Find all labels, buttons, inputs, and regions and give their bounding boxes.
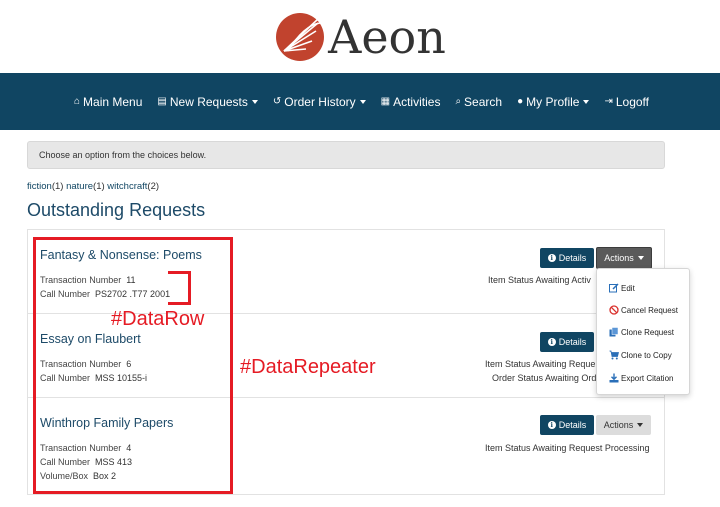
history-icon: ↺ <box>272 96 282 107</box>
request-item-status: Item Status Awaiting Reque <box>485 359 596 369</box>
tag-link[interactable]: fiction <box>27 181 52 192</box>
aeon-logo[interactable]: Aeon <box>274 11 446 63</box>
nav-item-order-history[interactable]: ↺ Order History <box>273 95 366 109</box>
request-item-status: Item Status Awaiting Activ <box>488 275 591 285</box>
search-icon: ⌕ <box>455 96 462 107</box>
info-icon: i <box>547 338 556 346</box>
cancel-icon <box>609 305 619 315</box>
page: Aeon ⌂ Main Menu ▤ New Requests ↺ Order Histo… <box>0 0 720 507</box>
data-row-annotation-bracket <box>168 271 191 305</box>
main-nav: ⌂ Main Menu ▤ New Requests ↺ Order History ▦ Ac… <box>0 73 720 130</box>
nav-item-label: Search <box>464 94 503 109</box>
nav-item-label: My Profile <box>526 94 580 109</box>
alert-text: Choose an option from the choices below. <box>39 150 207 160</box>
nav-item-label: Order History <box>284 94 356 109</box>
nav-item-label: Main Menu <box>83 94 143 109</box>
data-repeater-annotation-box <box>33 237 233 494</box>
nav-item-main-menu[interactable]: ⌂ Main Menu <box>74 95 142 109</box>
tag-count: (1) <box>51 181 64 192</box>
chevron-down-icon <box>637 256 644 260</box>
header: Aeon <box>0 0 720 73</box>
info-alert: Choose an option from the choices below. <box>27 141 665 169</box>
cart-icon <box>609 350 619 360</box>
tag-link[interactable]: nature <box>66 181 93 192</box>
details-button[interactable]: i Details <box>540 332 594 352</box>
logo-text: Aeon <box>328 9 446 64</box>
nav-item-logoff[interactable]: ⇥ Logoff <box>604 95 649 109</box>
nav-item-label: Logoff <box>615 94 650 109</box>
aeon-logo-icon <box>276 12 325 61</box>
request-order-status: Order Status Awaiting Ord <box>492 373 597 383</box>
nav-item-my-profile[interactable]: ● My Profile <box>517 94 590 109</box>
tag-count: (1) <box>93 181 105 192</box>
actions-button[interactable]: Actions <box>596 415 651 435</box>
menu-item-clone-to-copy[interactable]: Clone to Copy <box>609 350 672 360</box>
clone-icon <box>609 327 619 337</box>
nav-item-label: New Requests <box>169 94 248 109</box>
request-item-status: Item Status Awaiting Request Processing <box>485 443 650 453</box>
logoff-icon: ⇥ <box>604 96 613 107</box>
chevron-down-icon <box>637 423 644 427</box>
nav-item-search[interactable]: ⌕ Search <box>455 95 502 109</box>
nav-item-new-requests[interactable]: ▤ New Requests <box>157 95 258 109</box>
chevron-down-icon <box>359 99 366 104</box>
menu-item-export-citation[interactable]: Export Citation <box>609 373 673 383</box>
page-title: Outstanding Requests <box>27 200 206 220</box>
tag-count: (2) <box>147 181 160 192</box>
home-icon: ⌂ <box>73 96 81 107</box>
details-button[interactable]: i Details <box>540 415 594 435</box>
menu-item-cancel-request[interactable]: Cancel Request <box>609 305 678 315</box>
menu-item-edit[interactable]: Edit <box>609 283 635 293</box>
book-icon: ▤ <box>157 96 167 107</box>
details-button[interactable]: i Details <box>540 248 594 268</box>
tag-link[interactable]: witchcraft <box>107 181 147 192</box>
actions-dropdown-menu: Edit Cancel Request Clone Request Clone … <box>596 268 690 395</box>
nav-item-label: Activities <box>393 94 441 109</box>
tag-list: fiction(1) nature(1) witchcraft(2) <box>27 181 159 192</box>
nav-item-activities[interactable]: ▦ Activities <box>381 95 441 109</box>
chevron-down-icon <box>583 99 590 104</box>
info-icon: i <box>547 254 556 262</box>
calendar-icon: ▦ <box>380 96 391 107</box>
info-icon: i <box>547 421 556 429</box>
actions-button[interactable]: Actions <box>596 247 652 269</box>
edit-icon <box>609 283 619 293</box>
export-icon <box>609 373 619 383</box>
user-icon: ● <box>517 96 524 107</box>
data-repeater-annotation-label: #DataRepeater <box>240 356 376 378</box>
menu-item-clone-request[interactable]: Clone Request <box>609 327 674 337</box>
data-row-annotation-label: #DataRow <box>111 308 205 330</box>
chevron-down-icon <box>251 99 258 104</box>
